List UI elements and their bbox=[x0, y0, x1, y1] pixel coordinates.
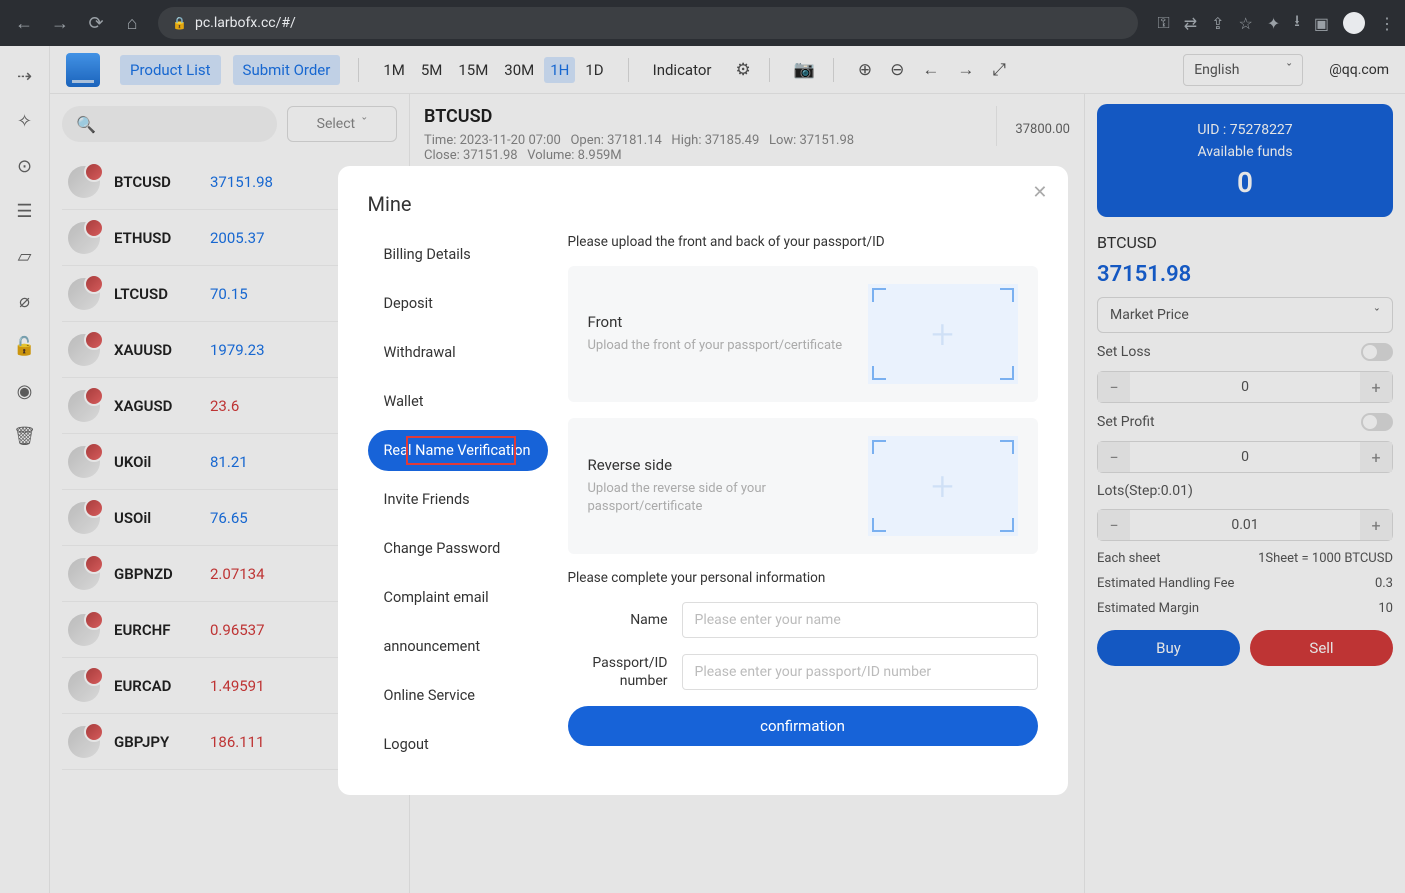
mine-nav-real-name-verification[interactable]: Real Name Verification bbox=[368, 430, 548, 471]
mine-nav-complaint-email[interactable]: Complaint email bbox=[368, 577, 548, 618]
mine-nav-change-password[interactable]: Change Password bbox=[368, 528, 548, 569]
download-icon[interactable]: ⭳ bbox=[1294, 10, 1300, 37]
share-icon[interactable]: ⇪ bbox=[1211, 14, 1224, 33]
name-input[interactable] bbox=[682, 602, 1038, 638]
upload-front-card: Front Upload the front of your passport/… bbox=[568, 266, 1038, 402]
upload-hint: Please upload the front and back of your… bbox=[568, 234, 1038, 250]
star-icon[interactable]: ☆ bbox=[1239, 14, 1253, 33]
id-label: Passport/ID number bbox=[568, 654, 668, 690]
mine-nav-deposit[interactable]: Deposit bbox=[368, 283, 548, 324]
upload-back-card: Reverse side Upload the reverse side of … bbox=[568, 418, 1038, 554]
translate-icon[interactable]: ⇄ bbox=[1184, 14, 1197, 33]
plus-icon: + bbox=[931, 311, 954, 358]
upload-back-box[interactable]: + bbox=[868, 436, 1018, 536]
extensions-icon[interactable]: ✦ bbox=[1267, 14, 1280, 33]
url-bar[interactable]: 🔒 pc.larbofx.cc/#/ bbox=[158, 7, 1138, 39]
upload-front-box[interactable]: + bbox=[868, 284, 1018, 384]
mine-nav-billing-details[interactable]: Billing Details bbox=[368, 234, 548, 275]
modal-title: Mine bbox=[368, 192, 1038, 216]
id-input[interactable] bbox=[682, 654, 1038, 690]
close-icon[interactable]: ✕ bbox=[1032, 182, 1047, 203]
profile-avatar[interactable] bbox=[1343, 12, 1365, 34]
info-hint: Please complete your personal informatio… bbox=[568, 570, 1038, 586]
name-label: Name bbox=[568, 612, 668, 628]
mine-nav-withdrawal[interactable]: Withdrawal bbox=[368, 332, 548, 373]
menu-icon[interactable]: ⋮ bbox=[1379, 14, 1395, 33]
mine-nav-wallet[interactable]: Wallet bbox=[368, 381, 548, 422]
reload-icon[interactable]: ⟳ bbox=[82, 13, 110, 34]
forward-icon[interactable]: → bbox=[46, 13, 74, 34]
plus-icon: + bbox=[931, 463, 954, 510]
mine-nav-invite-friends[interactable]: Invite Friends bbox=[368, 479, 548, 520]
key-icon[interactable]: ⚿ bbox=[1158, 13, 1170, 33]
url-text: pc.larbofx.cc/#/ bbox=[195, 15, 296, 31]
modal-nav: Billing Details Deposit Withdrawal Wallet Re… bbox=[368, 234, 548, 765]
home-icon[interactable]: ⌂ bbox=[118, 13, 146, 34]
mine-modal: ✕ Mine Billing Details Deposit Withdrawal W… bbox=[338, 166, 1068, 795]
confirm-button[interactable]: confirmation bbox=[568, 706, 1038, 746]
browser-toolbar: ← → ⟳ ⌂ 🔒 pc.larbofx.cc/#/ ⚿ ⇄ ⇪ ☆ ✦ ⭳ ▣… bbox=[0, 0, 1405, 46]
mine-nav-online-service[interactable]: Online Service bbox=[368, 675, 548, 716]
mine-nav-announcement[interactable]: announcement bbox=[368, 626, 548, 667]
lock-icon: 🔒 bbox=[172, 16, 187, 30]
back-icon[interactable]: ← bbox=[10, 13, 38, 34]
panel-icon[interactable]: ▣ bbox=[1314, 14, 1329, 33]
modal-overlay: ✕ Mine Billing Details Deposit Withdrawal W… bbox=[0, 46, 1405, 893]
modal-content: Please upload the front and back of your… bbox=[568, 234, 1038, 765]
mine-nav-logout[interactable]: Logout bbox=[368, 724, 548, 765]
